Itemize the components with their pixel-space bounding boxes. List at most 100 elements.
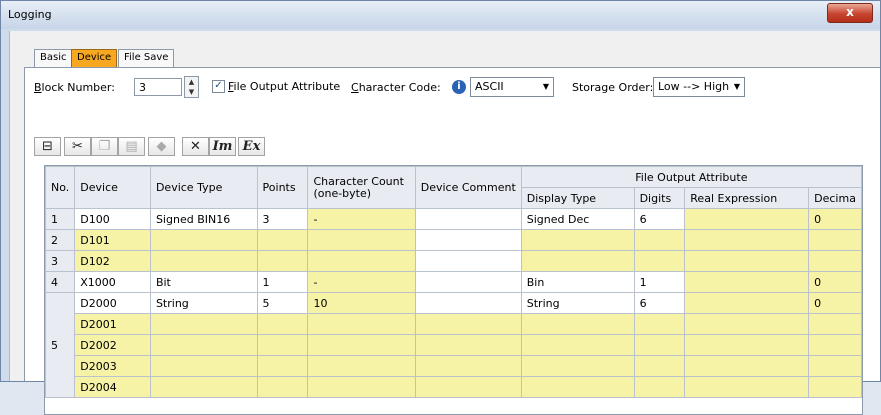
- info-icon[interactable]: i: [452, 80, 466, 94]
- clear-icon[interactable]: ◆: [148, 137, 175, 156]
- table-row[interactable]: 3 D102: [45, 250, 862, 272]
- digits-cell[interactable]: [633, 376, 686, 398]
- insert-row-icon[interactable]: ⊟: [34, 137, 61, 156]
- points-cell[interactable]: [256, 334, 309, 356]
- device-cell[interactable]: D2001: [74, 313, 151, 335]
- points-cell[interactable]: [256, 376, 309, 398]
- close-icon[interactable]: x: [827, 3, 873, 23]
- device-type-cell[interactable]: [149, 334, 258, 356]
- points-cell[interactable]: [256, 355, 309, 377]
- char-count-cell[interactable]: 10: [307, 292, 416, 314]
- char-count-cell[interactable]: [307, 355, 416, 377]
- digits-cell[interactable]: 6: [633, 208, 686, 230]
- device-cell[interactable]: X1000: [74, 271, 151, 293]
- cut-icon[interactable]: ✂: [64, 137, 91, 156]
- tab-file-save[interactable]: File Save: [118, 49, 175, 67]
- char-count-cell[interactable]: [307, 313, 416, 335]
- device-cell[interactable]: D100: [74, 208, 151, 230]
- block-number-spinner[interactable]: ▲ ▼: [184, 76, 199, 98]
- display-type-cell[interactable]: [520, 376, 635, 398]
- table-row[interactable]: 2 D101: [45, 229, 862, 251]
- points-cell[interactable]: [256, 313, 309, 335]
- real-expression-cell[interactable]: [684, 355, 810, 377]
- digits-cell[interactable]: 6: [633, 292, 686, 314]
- device-type-cell[interactable]: [149, 229, 258, 251]
- character-code-select[interactable]: ASCII ▼: [470, 77, 554, 97]
- decimal-cell[interactable]: [808, 376, 862, 398]
- device-type-cell[interactable]: [149, 250, 258, 272]
- digits-cell[interactable]: [633, 355, 686, 377]
- device-type-cell[interactable]: Bit: [149, 271, 258, 293]
- display-type-cell[interactable]: Bin: [520, 271, 635, 293]
- char-count-cell[interactable]: [307, 334, 416, 356]
- device-type-cell[interactable]: [149, 313, 258, 335]
- decimal-cell[interactable]: 0: [808, 292, 862, 314]
- block-number-input[interactable]: 3: [134, 78, 182, 96]
- device-cell[interactable]: D102: [74, 250, 151, 272]
- device-comment-cell[interactable]: [414, 208, 522, 230]
- device-type-cell[interactable]: Signed BIN16: [149, 208, 258, 230]
- device-comment-cell[interactable]: [414, 355, 522, 377]
- real-expression-cell[interactable]: [684, 313, 810, 335]
- digits-cell[interactable]: 1: [633, 271, 686, 293]
- real-expression-cell[interactable]: [684, 292, 810, 314]
- digits-cell[interactable]: [633, 334, 686, 356]
- tab-device[interactable]: Device: [71, 49, 118, 67]
- points-cell[interactable]: [256, 250, 309, 272]
- display-type-cell[interactable]: [520, 229, 635, 251]
- decimal-cell[interactable]: [808, 313, 862, 335]
- real-expression-cell[interactable]: [684, 208, 810, 230]
- decimal-cell[interactable]: 0: [808, 271, 862, 293]
- points-cell[interactable]: [256, 229, 309, 251]
- device-cell[interactable]: D2000: [74, 292, 151, 314]
- device-comment-cell[interactable]: [414, 250, 522, 272]
- display-type-cell[interactable]: [520, 313, 635, 335]
- delete-icon[interactable]: ✕: [182, 137, 209, 156]
- real-expression-cell[interactable]: [684, 271, 810, 293]
- char-count-cell[interactable]: -: [307, 208, 416, 230]
- device-comment-cell[interactable]: [414, 292, 522, 314]
- table-row[interactable]: 5 D2000 String 5 10 String 6 0: [45, 292, 862, 398]
- char-count-cell[interactable]: [307, 376, 416, 398]
- decimal-cell[interactable]: [808, 250, 862, 272]
- char-count-cell[interactable]: -: [307, 271, 416, 293]
- file-output-attribute-checkbox[interactable]: ✓: [212, 80, 225, 93]
- display-type-cell[interactable]: [520, 334, 635, 356]
- digits-cell[interactable]: [633, 250, 686, 272]
- device-type-cell[interactable]: String: [149, 292, 258, 314]
- storage-order-select[interactable]: Low --> High ▼: [653, 77, 745, 97]
- device-comment-cell[interactable]: [414, 271, 522, 293]
- device-cell[interactable]: D2003: [74, 355, 151, 377]
- device-cell[interactable]: D101: [74, 229, 151, 251]
- digits-cell[interactable]: [633, 313, 686, 335]
- decimal-cell[interactable]: [808, 334, 862, 356]
- paste-icon[interactable]: ▤: [118, 137, 145, 156]
- real-expression-cell[interactable]: [684, 229, 810, 251]
- device-comment-cell[interactable]: [414, 229, 522, 251]
- points-cell[interactable]: 3: [256, 208, 309, 230]
- table-row[interactable]: 4 X1000 Bit 1 - Bin 1 0: [45, 271, 862, 293]
- real-expression-cell[interactable]: [684, 334, 810, 356]
- copy-icon[interactable]: ❐: [91, 137, 118, 156]
- import-icon[interactable]: Im: [209, 137, 236, 156]
- device-comment-cell[interactable]: [414, 334, 522, 356]
- device-cell[interactable]: D2004: [74, 376, 151, 398]
- decimal-cell[interactable]: 0: [808, 208, 862, 230]
- table-row[interactable]: D2001: [46, 313, 862, 335]
- device-type-cell[interactable]: [149, 376, 258, 398]
- device-comment-cell[interactable]: [414, 376, 522, 398]
- export-icon[interactable]: Ex: [238, 137, 265, 156]
- table-row[interactable]: 1 D100 Signed BIN16 3 - Signed Dec 6 0: [45, 208, 862, 230]
- table-row[interactable]: D2004: [46, 376, 862, 398]
- device-type-cell[interactable]: [149, 355, 258, 377]
- real-expression-cell[interactable]: [684, 250, 810, 272]
- char-count-cell[interactable]: [307, 229, 416, 251]
- table-row[interactable]: D2002: [46, 334, 862, 356]
- display-type-cell[interactable]: [520, 355, 635, 377]
- real-expression-cell[interactable]: [684, 376, 810, 398]
- points-cell[interactable]: 1: [256, 271, 309, 293]
- display-type-cell[interactable]: Signed Dec: [520, 208, 635, 230]
- display-type-cell[interactable]: [520, 250, 635, 272]
- device-comment-cell[interactable]: [414, 313, 522, 335]
- points-cell[interactable]: 5: [256, 292, 309, 314]
